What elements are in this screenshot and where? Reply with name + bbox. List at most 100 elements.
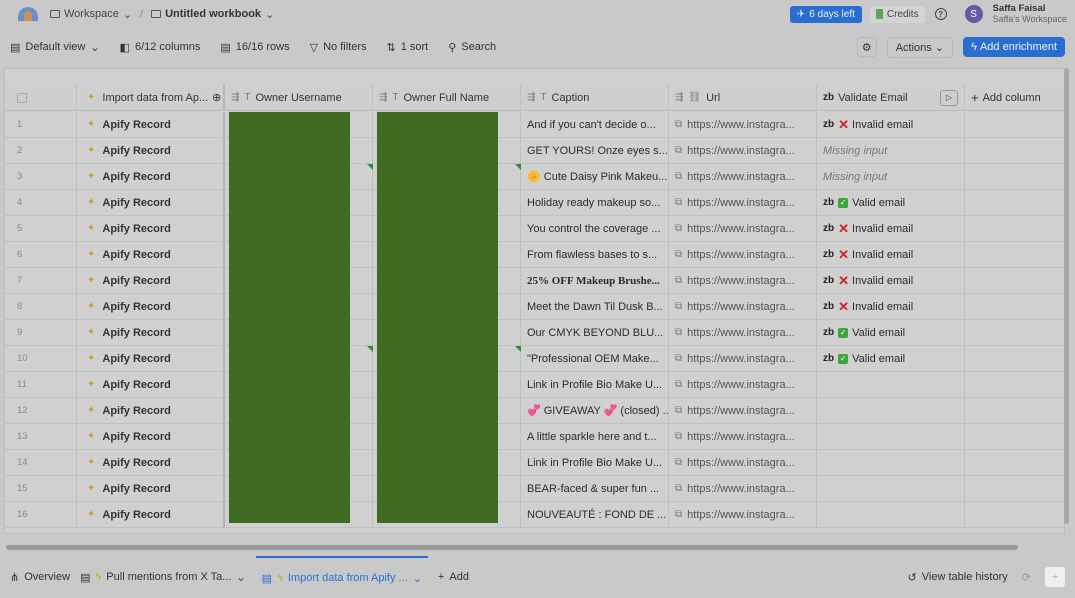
cell-empty[interactable] <box>965 268 1064 293</box>
columns-button[interactable]: ◧ 6/12 columns <box>120 41 201 54</box>
add-column-button[interactable]: + Add column <box>965 85 1064 110</box>
table-row[interactable]: 6 ✦ Apify Record From flawless bases to s..… <box>5 242 1064 268</box>
table-row[interactable]: 10 ✦ Apify Record "Professional OEM Make...… <box>5 346 1064 372</box>
rows-button[interactable]: ▤ 16/16 rows <box>220 41 289 54</box>
column-header-validate-email[interactable]: zb Validate Email ▷ <box>817 85 965 110</box>
cell-url[interactable]: ⧉ https://www.instagra... <box>669 138 817 163</box>
column-header-owner-username[interactable]: ⇶ T Owner Username <box>225 85 373 110</box>
user-info[interactable]: Saffa Faisal Saffa's Workspace <box>993 4 1067 25</box>
cell-validate-email[interactable] <box>817 398 965 423</box>
tab-overview[interactable]: ⋔ Overview <box>10 571 70 584</box>
breadcrumb-workspace[interactable]: Workspace <box>64 8 119 20</box>
cell-empty[interactable] <box>965 502 1064 527</box>
cell-caption[interactable]: Link in Profile Bio Make U... <box>521 372 669 397</box>
cell-caption[interactable]: 25% OFF Makeup Brushe... <box>521 268 669 293</box>
cell-empty[interactable] <box>965 346 1064 371</box>
cell-url[interactable]: ⧉ https://www.instagra... <box>669 346 817 371</box>
table-row[interactable]: 7 ✦ Apify Record 25% OFF Makeup Brushe... ⧉ h… <box>5 268 1064 294</box>
cell-empty[interactable] <box>965 398 1064 423</box>
table-row[interactable]: 3 ✦ Apify Record 🌼 Cute Daisy Pink Makeu...… <box>5 164 1064 190</box>
cell-import[interactable]: ✦ Apify Record <box>77 190 225 215</box>
column-settings-icon[interactable]: ⊕ <box>212 91 221 104</box>
cell-import[interactable]: ✦ Apify Record <box>77 216 225 241</box>
cell-caption[interactable]: 💞 GIVEAWAY 💞 (closed) ... <box>521 398 669 423</box>
view-table-history-button[interactable]: ↺ View table history <box>908 571 1008 584</box>
cell-validate-email[interactable]: zb ✓ Valid email <box>817 346 965 371</box>
cell-url[interactable]: ⧉ https://www.instagra... <box>669 190 817 215</box>
select-all-checkbox[interactable] <box>5 85 77 110</box>
chevron-down-icon[interactable]: ⌄ <box>413 572 422 585</box>
cell-caption[interactable]: NOUVEAUTÉ : FOND DE ... <box>521 502 669 527</box>
table-row[interactable]: 1 ✦ Apify Record And if you can't decide o.… <box>5 112 1064 138</box>
table-row[interactable]: 15 ✦ Apify Record BEAR-faced & super fun ..… <box>5 476 1064 502</box>
cell-validate-email[interactable] <box>817 424 965 449</box>
row-number[interactable]: 16 <box>5 502 77 527</box>
search-button[interactable]: ⚲ Search <box>448 41 496 54</box>
cell-caption[interactable]: Meet the Dawn Til Dusk B... <box>521 294 669 319</box>
tab-pull-mentions[interactable]: ▤ ϟ Pull mentions from X Ta... ⌄ <box>80 571 246 584</box>
cell-empty[interactable] <box>965 476 1064 501</box>
chevron-down-icon[interactable]: ⌄ <box>123 8 132 21</box>
table-row[interactable]: 8 ✦ Apify Record Meet the Dawn Til Dusk B..… <box>5 294 1064 320</box>
breadcrumb-workbook[interactable]: Untitled workbook <box>165 8 261 20</box>
cell-empty[interactable] <box>965 164 1064 189</box>
add-enrichment-button[interactable]: ϟ Add enrichment <box>963 37 1065 57</box>
cell-empty[interactable] <box>965 216 1064 241</box>
cell-caption[interactable]: A little sparkle here and t... <box>521 424 669 449</box>
column-header-owner-full-name[interactable]: ⇶ T Owner Full Name <box>373 85 521 110</box>
cell-caption[interactable]: You control the coverage ... <box>521 216 669 241</box>
cell-validate-email[interactable]: Missing input <box>817 164 965 189</box>
cell-url[interactable]: ⧉ https://www.instagra... <box>669 112 817 137</box>
row-number[interactable]: 7 <box>5 268 77 293</box>
cell-url[interactable]: ⧉ https://www.instagra... <box>669 372 817 397</box>
cell-import[interactable]: ✦ Apify Record <box>77 450 225 475</box>
row-number[interactable]: 10 <box>5 346 77 371</box>
cell-empty[interactable] <box>965 320 1064 345</box>
cell-empty[interactable] <box>965 112 1064 137</box>
table-row[interactable]: 14 ✦ Apify Record Link in Profile Bio Make … <box>5 450 1064 476</box>
row-number[interactable]: 2 <box>5 138 77 163</box>
table-row[interactable]: 4 ✦ Apify Record Holiday ready makeup so...… <box>5 190 1064 216</box>
row-number[interactable]: 5 <box>5 216 77 241</box>
row-number[interactable]: 1 <box>5 112 77 137</box>
cell-empty[interactable] <box>965 190 1064 215</box>
cell-validate-email[interactable]: zb ✓ Valid email <box>817 190 965 215</box>
cell-caption[interactable]: Holiday ready makeup so... <box>521 190 669 215</box>
cell-caption[interactable]: From flawless bases to s... <box>521 242 669 267</box>
filters-button[interactable]: ▽ No filters <box>310 41 367 54</box>
cell-import[interactable]: ✦ Apify Record <box>77 424 225 449</box>
cell-caption[interactable]: GET YOURS! Onze eyes s... <box>521 138 669 163</box>
cell-validate-email[interactable]: zb ✕ Invalid email <box>817 294 965 319</box>
row-number[interactable]: 8 <box>5 294 77 319</box>
row-number[interactable]: 3 <box>5 164 77 189</box>
cell-import[interactable]: ✦ Apify Record <box>77 372 225 397</box>
cell-caption[interactable]: "Professional OEM Make... <box>521 346 669 371</box>
cell-url[interactable]: ⧉ https://www.instagra... <box>669 424 817 449</box>
trial-days-button[interactable]: ✈ 6 days left <box>789 5 862 23</box>
cell-url[interactable]: ⧉ https://www.instagra... <box>669 242 817 267</box>
table-row[interactable]: 12 ✦ Apify Record 💞 GIVEAWAY 💞 (closed) ...… <box>5 398 1064 424</box>
cell-import[interactable]: ✦ Apify Record <box>77 164 225 189</box>
column-header-caption[interactable]: ⇶ T Caption <box>521 85 669 110</box>
actions-button[interactable]: Actions ⌄ <box>886 36 954 58</box>
cell-import[interactable]: ✦ Apify Record <box>77 320 225 345</box>
cell-empty[interactable] <box>965 372 1064 397</box>
row-number[interactable]: 11 <box>5 372 77 397</box>
chevron-down-icon[interactable]: ⌄ <box>265 8 274 21</box>
table-row[interactable]: 11 ✦ Apify Record Link in Profile Bio Make … <box>5 372 1064 398</box>
cell-url[interactable]: ⧉ https://www.instagra... <box>669 294 817 319</box>
cell-url[interactable]: ⧉ https://www.instagra... <box>669 398 817 423</box>
cell-empty[interactable] <box>965 450 1064 475</box>
row-number[interactable]: 9 <box>5 320 77 345</box>
cell-import[interactable]: ✦ Apify Record <box>77 112 225 137</box>
cell-empty[interactable] <box>965 138 1064 163</box>
row-number[interactable]: 15 <box>5 476 77 501</box>
table-row[interactable]: 16 ✦ Apify Record NOUVEAUTÉ : FOND DE ... ⧉ h… <box>5 502 1064 528</box>
help-icon[interactable]: ? <box>934 8 947 20</box>
vertical-scrollbar[interactable] <box>1064 68 1069 524</box>
cell-validate-email[interactable]: zb ✕ Invalid email <box>817 268 965 293</box>
cell-import[interactable]: ✦ Apify Record <box>77 476 225 501</box>
default-view-button[interactable]: ▤ Default view ⌄ <box>10 41 100 54</box>
add-tab-button[interactable]: + Add <box>438 571 469 583</box>
cell-validate-email[interactable] <box>817 502 965 527</box>
